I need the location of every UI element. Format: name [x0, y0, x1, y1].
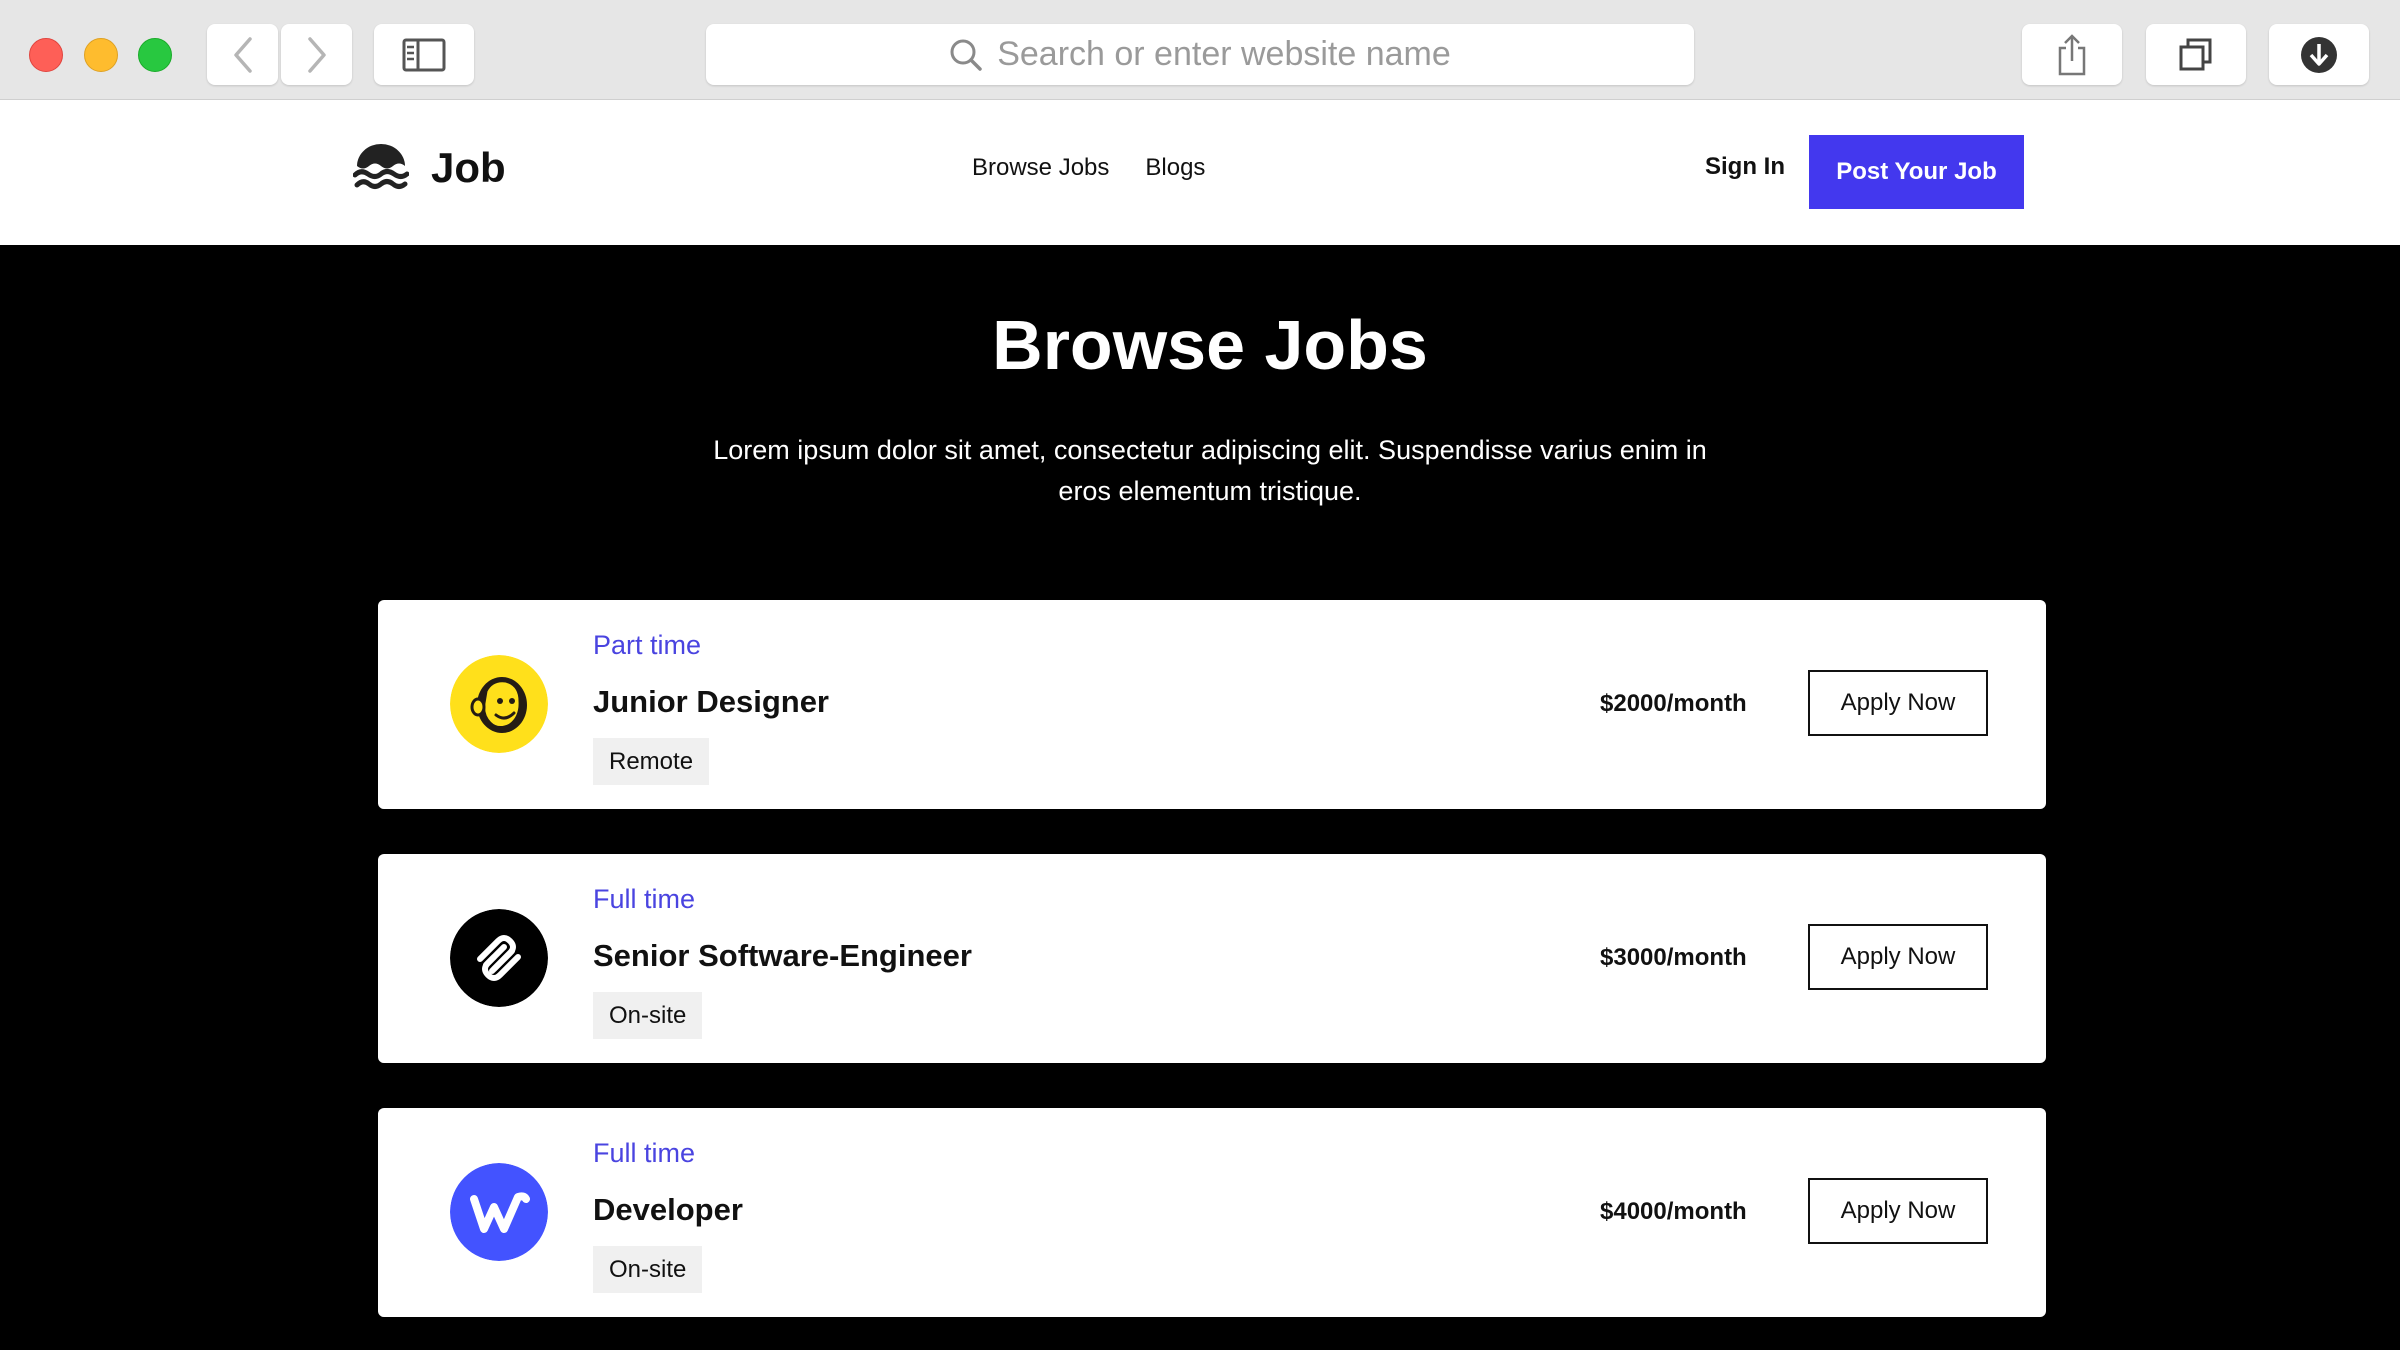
apply-now-button[interactable]: Apply Now [1808, 670, 1988, 736]
forward-button[interactable] [281, 24, 352, 85]
job-type: Full time [593, 884, 696, 914]
mailchimp-logo-icon [450, 655, 548, 753]
job-card: Part time Junior Designer Remote $2000/m… [378, 600, 2046, 809]
sign-in-link[interactable]: Sign In [1705, 153, 1785, 181]
share-icon [2058, 33, 2086, 75]
address-bar[interactable]: Search or enter website name [706, 24, 1694, 85]
downloads-button[interactable] [2269, 24, 2369, 85]
site-header: Job Browse Jobs Blogs Sign In Post Your … [0, 100, 2400, 245]
brand-name: Job [431, 144, 506, 191]
job-card: Full time Developer On-site $4000/month … [378, 1108, 2046, 1317]
browser-toolbar: Search or enter website name [0, 0, 2400, 100]
squarespace-logo-icon [450, 909, 548, 1007]
back-button[interactable] [207, 24, 278, 85]
job-card: Full time Senior Software-Engineer On-si… [378, 854, 2046, 1063]
tabs-overview-button[interactable] [2146, 24, 2246, 85]
post-your-job-button[interactable]: Post Your Job [1809, 135, 2024, 209]
nav-blogs[interactable]: Blogs [1145, 154, 1205, 182]
tabs-icon [2179, 38, 2212, 70]
minimize-window-button[interactable] [84, 38, 118, 72]
main-nav: Browse Jobs Blogs [972, 154, 1205, 182]
chevron-left-icon [233, 36, 252, 73]
job-location-tag: On-site [593, 992, 703, 1039]
job-salary: $3000/month [1600, 944, 1747, 971]
job-title: Senior Software-Engineer [593, 938, 972, 973]
close-window-button[interactable] [29, 38, 63, 72]
sidebar-toggle-button[interactable] [374, 24, 474, 85]
sidebar-icon [402, 38, 446, 71]
chevron-right-icon [307, 36, 326, 73]
job-location-tag: Remote [593, 738, 710, 785]
job-list: Part time Junior Designer Remote $2000/m… [378, 600, 2046, 1350]
job-type: Full time [593, 1138, 696, 1168]
apply-now-button[interactable]: Apply Now [1808, 924, 1988, 990]
job-type: Part time [593, 630, 702, 660]
share-button[interactable] [2022, 24, 2122, 85]
webflow-logo-icon [450, 1163, 548, 1261]
job-salary: $4000/month [1600, 1198, 1747, 1225]
page-subtitle: Lorem ipsum dolor sit amet, consectetur … [713, 435, 1707, 506]
job-salary: $2000/month [1600, 690, 1747, 717]
job-location-tag: On-site [593, 1246, 703, 1293]
waves-logo-icon [353, 144, 409, 189]
zoom-window-button[interactable] [138, 38, 172, 72]
download-icon [2301, 36, 2337, 73]
nav-browse-jobs[interactable]: Browse Jobs [972, 154, 1109, 182]
apply-now-button[interactable]: Apply Now [1808, 1178, 1988, 1244]
brand[interactable]: Job [353, 144, 506, 192]
address-bar-placeholder: Search or enter website name [997, 35, 1451, 73]
job-title: Junior Designer [593, 684, 829, 719]
page-title: Browse Jobs [992, 306, 1428, 384]
job-title: Developer [593, 1192, 743, 1227]
search-icon [950, 39, 982, 71]
